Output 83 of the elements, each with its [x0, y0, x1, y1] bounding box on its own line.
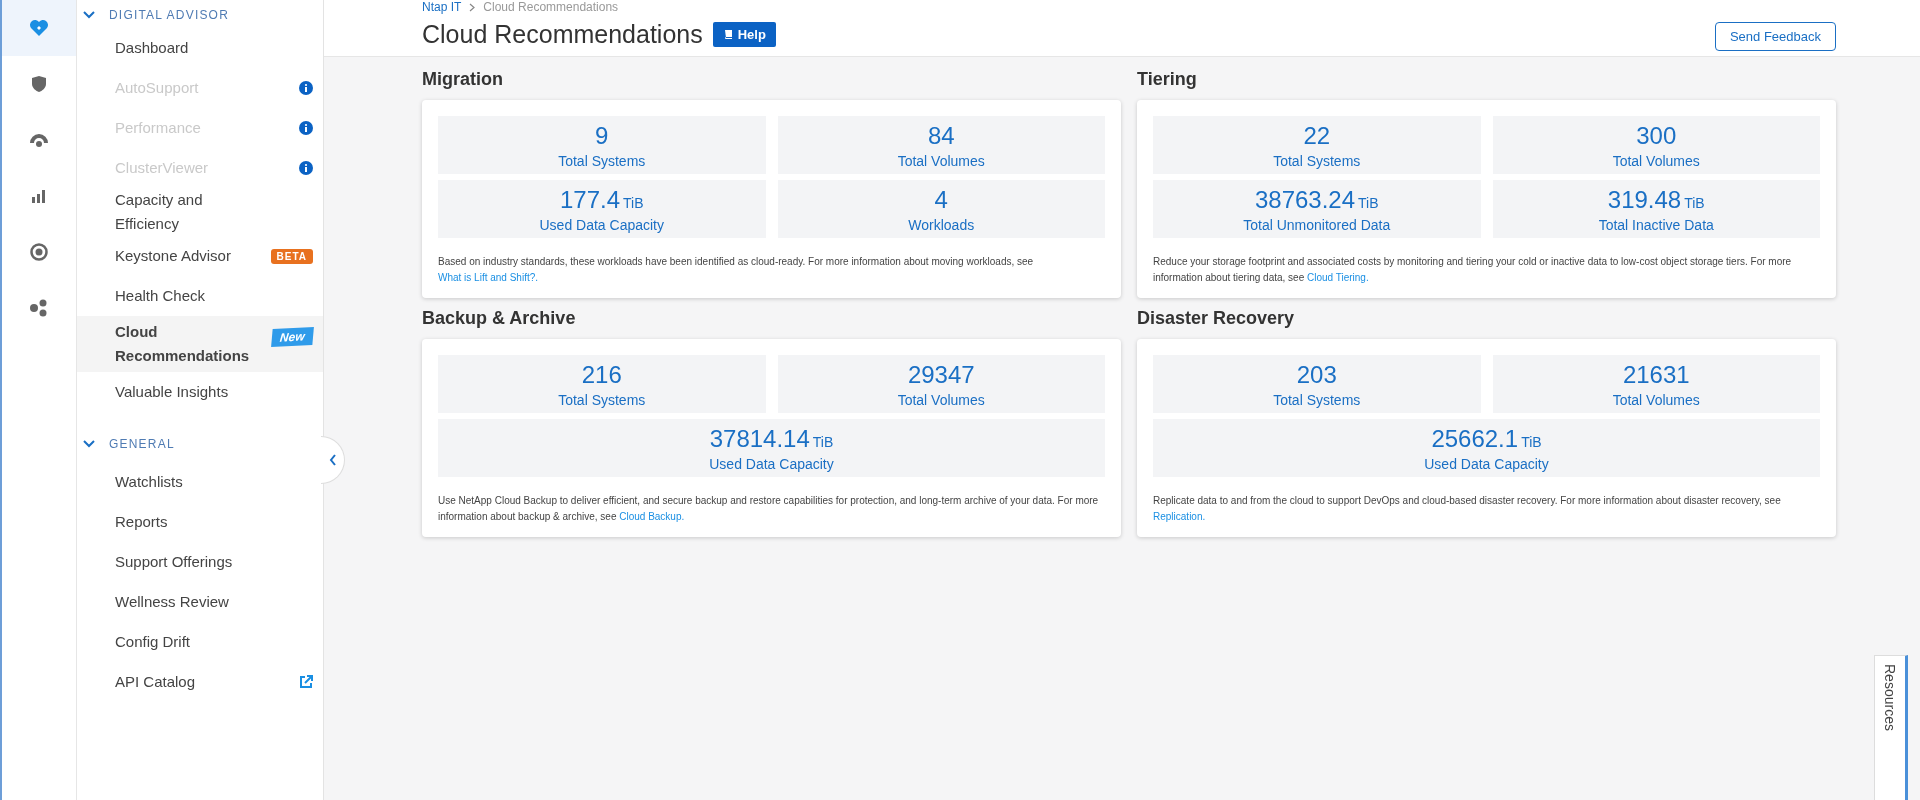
- stat-value: 29347: [907, 360, 975, 388]
- stat-value: 84: [927, 121, 955, 149]
- card-description: Based on industry standards, these workloads have been identified as cloud-ready. For more information about moving workloads, see What is Lift and Shift?.: [438, 255, 1035, 285]
- sidebar-item[interactable]: Support Offerings: [77, 542, 323, 582]
- stat-label: Total Volumes: [1612, 391, 1700, 408]
- card-description: Use NetApp Cloud Backup to deliver efficient, and secure backup and restore capabilities for protection, and long-term archive of your data. For more information about backup & archive, see Cloud Backup.: [438, 494, 1100, 524]
- breadcrumb-link[interactable]: Ntap IT: [422, 0, 462, 14]
- bar-chart-icon: [31, 189, 47, 203]
- stat-unit: TiB: [812, 433, 834, 450]
- sidebar-item[interactable]: Keystone Advisor BETA: [77, 236, 323, 276]
- sidebar-item[interactable]: Wellness Review: [77, 582, 323, 622]
- chevron-icon: [83, 11, 95, 19]
- heart-icon: [29, 18, 49, 38]
- sidebar-item[interactable]: Cloud Recommendations New: [77, 316, 323, 372]
- sidebar-item[interactable]: Config Drift: [77, 622, 323, 662]
- stat-value: 177.4: [559, 185, 621, 213]
- sidebar-item[interactable]: API Catalog: [77, 662, 323, 702]
- sidebar-item[interactable]: Health Check: [77, 276, 323, 316]
- stat-value: 25662.1: [1431, 424, 1519, 452]
- stat-label: Total Unmonitored Data: [1243, 216, 1391, 233]
- new-badge: New: [271, 326, 314, 348]
- stat-value: 216: [581, 360, 622, 388]
- external-link-icon: [299, 675, 313, 689]
- card-description: Replicate data to and from the cloud to support DevOps and cloud-based disaster recovery. For more information about disaster recovery, see Replication.: [1153, 494, 1782, 524]
- chevron-icon: [83, 440, 95, 448]
- sidebar-item[interactable]: Capacity and Efficiency: [77, 188, 323, 236]
- rail-nav-item[interactable]: [2, 0, 76, 56]
- card-title: Backup & Archive: [422, 308, 577, 329]
- card-title: Disaster Recovery: [1137, 308, 1296, 329]
- sidebar-item[interactable]: Watchlists: [77, 462, 323, 502]
- stat-unit: TiB: [1684, 194, 1705, 211]
- card-title: Tiering: [1137, 69, 1198, 90]
- page-title: Cloud Recommendations: [422, 19, 703, 49]
- stat-unit: TiB: [623, 194, 644, 211]
- stat-label: Used Data Capacity: [539, 216, 664, 233]
- resources-tab[interactable]: Resources: [1874, 655, 1908, 800]
- stat-value: 21631: [1622, 360, 1690, 388]
- stat-label: Total Systems: [1273, 152, 1361, 169]
- stat-value: 319.48: [1607, 185, 1682, 213]
- info-icon: [299, 81, 313, 95]
- stat-label: Used Data Capacity: [709, 455, 834, 472]
- info-icon: [299, 121, 313, 135]
- card-description: Reduce your storage footprint and associated costs by monitoring and tiering your cold or inactive data to low-cost object storage tiers. For more information about tiering data, see Cloud Tiering.: [1153, 255, 1793, 285]
- stat-label: Total Volumes: [1612, 152, 1700, 169]
- stat-label: Total Volumes: [897, 152, 985, 169]
- stat-value: 203: [1296, 360, 1337, 388]
- info-link[interactable]: Cloud Backup.: [619, 511, 685, 522]
- stat-label: Total Volumes: [897, 391, 985, 408]
- stat-value: 38763.24: [1254, 185, 1356, 213]
- gauge-icon: [29, 132, 49, 148]
- breadcrumb-separator-icon: [469, 2, 476, 12]
- collapse-handle[interactable]: [321, 436, 345, 484]
- info-link[interactable]: Replication.: [1153, 511, 1206, 522]
- stat-label: Total Inactive Data: [1598, 216, 1714, 233]
- stat-label: Total Systems: [558, 152, 646, 169]
- sidebar-item[interactable]: Valuable Insights: [77, 372, 323, 412]
- stat-value: 4: [934, 185, 948, 213]
- stat-unit: TiB: [1358, 194, 1379, 211]
- stat-label: Workloads: [908, 216, 975, 233]
- beta-badge: BETA: [270, 248, 313, 264]
- info-link[interactable]: What is Lift and Shift?.: [438, 272, 539, 283]
- help-button[interactable]: Help: [712, 21, 776, 47]
- stat-label: Total Systems: [1273, 391, 1361, 408]
- book-icon: [722, 29, 733, 39]
- target-icon: [30, 243, 48, 261]
- chevron-left-icon: [328, 454, 337, 466]
- stat-label: Used Data Capacity: [1424, 455, 1549, 472]
- stat-value: 9: [595, 121, 609, 149]
- stat-label: Total Systems: [558, 391, 646, 408]
- stat-value: 300: [1636, 121, 1677, 149]
- card-title: Migration: [422, 69, 504, 90]
- info-link[interactable]: Cloud Tiering.: [1307, 272, 1369, 283]
- sidebar-item[interactable]: Reports: [77, 502, 323, 542]
- section-header[interactable]: DIGITAL ADVISOR: [77, 0, 323, 28]
- sidebar-item[interactable]: Dashboard: [77, 28, 323, 68]
- stat-value: 22: [1303, 121, 1331, 149]
- nodes-icon: [29, 299, 49, 317]
- shield-icon: [31, 75, 47, 93]
- stat-unit: TiB: [1521, 433, 1542, 450]
- stat-value: 37814.14: [709, 424, 810, 452]
- section-header[interactable]: GENERAL: [77, 424, 323, 462]
- info-icon: [299, 161, 313, 175]
- send-feedback-button[interactable]: Send Feedback: [1714, 21, 1836, 51]
